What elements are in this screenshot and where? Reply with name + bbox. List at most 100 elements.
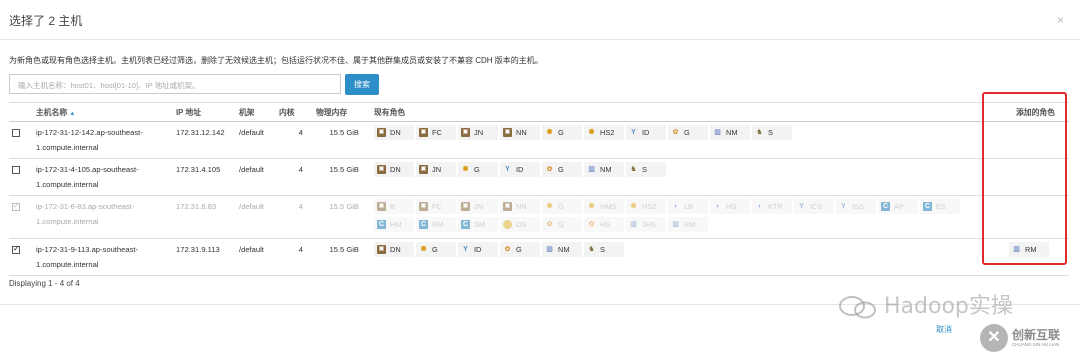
role-badge: C RM	[416, 217, 456, 232]
ip-cell: 172.31.4.105	[173, 158, 236, 196]
memory-cell: 15.5 GiB	[313, 158, 371, 196]
memory-cell: 15.5 GiB	[313, 121, 371, 159]
role-badge: Y ID	[458, 242, 498, 257]
added-roles-highlight	[982, 92, 1067, 265]
dialog-header: 选择了 2 主机 ×	[0, 0, 1080, 40]
role-badge: ▣ FC	[416, 125, 456, 140]
search-button[interactable]: 搜索	[345, 74, 379, 95]
impala-icon: ◗	[757, 203, 762, 210]
hostname-cell: ip-172-31-6-83.ap-southeast- 1.compute.in…	[33, 195, 173, 239]
sort-ascending-icon: ▲	[69, 110, 76, 117]
rack-column-header[interactable]: 机架	[236, 102, 276, 122]
gateway-icon: ✺	[546, 203, 553, 210]
zookeeper-icon: Y	[841, 203, 846, 210]
role-list: ▣ DN ✺ G Y ID ✿ G ▥ NM ♞ S	[374, 242, 974, 260]
hdfs-icon: ▣	[461, 202, 470, 211]
dialog-description: 为新角色或现有角色选择主机。主机列表已经过筛选，删除了无效候选主机；包括运行状况…	[9, 56, 543, 65]
role-badge: ▣ NN	[500, 125, 540, 140]
cancel-button[interactable]: 取消	[936, 324, 952, 335]
cores-cell: 4	[276, 158, 313, 196]
role-badge: ▥ NM	[710, 125, 750, 140]
rack-cell: /default	[236, 158, 276, 196]
impala-icon: ◗	[715, 203, 720, 210]
hostname-column-header[interactable]: 主机名称 ▲	[33, 102, 173, 122]
hdfs-icon: ▣	[377, 165, 386, 174]
role-badge: ✿ G	[668, 125, 708, 140]
row-checkbox[interactable]	[12, 166, 20, 174]
gateway-icon: ✺	[546, 129, 553, 136]
cloudera-icon: C	[377, 220, 386, 229]
row-checkbox[interactable]	[12, 244, 20, 254]
dialog-title: 选择了 2 主机	[9, 14, 83, 28]
role-badge: ◗ HS	[710, 199, 750, 214]
role-badge: ▥ NM	[584, 162, 624, 177]
cloudera-icon: C	[923, 202, 932, 211]
gateway-icon: ✺	[588, 129, 595, 136]
gateway-icon: ✺	[588, 203, 595, 210]
role-badge: ✿ HS	[584, 217, 624, 232]
role-badge: C HM	[374, 217, 414, 232]
role-badge: ▣ DN	[374, 162, 414, 177]
role-badge: ♞ S	[752, 125, 792, 140]
existing-roles-cell: ▣ DN ▣ JN ✺ G Y ID ✿ G ▥ NM ♞ S	[371, 158, 984, 196]
role-badge: ✺ G	[416, 242, 456, 257]
role-badge: ✺ G	[542, 199, 582, 214]
role-badge: ▣ JN	[458, 199, 498, 214]
brand-watermark: ✕ 创新互联 CHUANG XIN HU LIAN	[980, 320, 1080, 356]
role-badge: C AP	[878, 199, 918, 214]
gateway-icon: ✺	[630, 203, 637, 210]
hdfs-icon: ▣	[419, 202, 428, 211]
table-row[interactable]: ip-172-31-12-142.ap-southeast- 1.compute.…	[9, 121, 1069, 159]
role-badge: Y ICS	[794, 199, 834, 214]
ip-cell: 172.31.9.113	[173, 238, 236, 276]
role-badge: ✺ HMS	[584, 199, 624, 214]
table-row[interactable]: ip-172-31-4-105.ap-southeast- 1.compute.i…	[9, 158, 1069, 196]
role-badge: ▥ JHS	[626, 217, 666, 232]
role-badge: ♞ S	[626, 162, 666, 177]
zookeeper-icon: Y	[505, 166, 510, 173]
ip-column-header[interactable]: IP 地址	[173, 102, 236, 122]
cores-column-header[interactable]: 内核	[276, 102, 313, 122]
hdfs-icon: ▣	[377, 202, 386, 211]
nodemanager-icon: ▥	[588, 166, 595, 173]
hdfs-icon: ▣	[377, 128, 386, 137]
cores-cell: 4	[276, 195, 313, 239]
host-search-input[interactable]: 输入主机名称：host01、host[01-10]、IP 地址或机架。	[9, 74, 341, 94]
rack-cell: /default	[236, 195, 276, 239]
role-badge: OS	[500, 217, 540, 232]
role-badge: ✿ G	[542, 162, 582, 177]
role-badge: ◗ LB	[668, 199, 708, 214]
existing-roles-cell: ▣ DN ✺ G Y ID ✿ G ▥ NM ♞ S	[371, 238, 984, 276]
role-list: ▣ B ▣ FC ▣ JN ▣ NN ✺ G ✺ HMS ✺ HS2 ◗ LB ◗ HS ◗ KTR Y ICS Y ISS C…	[374, 199, 974, 235]
memory-column-header[interactable]: 物理内存	[313, 102, 371, 122]
hdfs-icon: ▣	[503, 202, 512, 211]
spark-icon: ✿	[672, 129, 679, 136]
brand-logo-icon: ✕	[980, 324, 1008, 352]
hdfs-icon: ▣	[377, 245, 386, 254]
role-list: ▣ DN ▣ FC ▣ JN ▣ NN ✺ G ✺ HS2 Y ID ✿ G ▥ NM ♞ S	[374, 125, 974, 143]
role-badge: Y ID	[500, 162, 540, 177]
role-badge: ✺ G	[458, 162, 498, 177]
table-row[interactable]: ip-172-31-9-113.ap-southeast-1.compute.i…	[9, 238, 1069, 276]
sentry-icon: ♞	[630, 166, 637, 173]
row-select-cell	[9, 121, 33, 159]
existing-roles-column-header: 现有角色	[371, 102, 984, 122]
nodemanager-icon: ▥	[714, 129, 721, 136]
role-list: ▣ DN ▣ JN ✺ G Y ID ✿ G ▥ NM ♞ S	[374, 162, 974, 180]
ip-cell: 172.31.12.142	[173, 121, 236, 159]
hostname-cell: ip-172-31-9-113.ap-southeast- 1.compute.i…	[33, 238, 173, 276]
role-badge: Y ID	[626, 125, 666, 140]
host-table: 主机名称 ▲ IP 地址 机架 内核 物理内存 现有角色 添加的角色 ip-17…	[9, 102, 1069, 276]
close-icon[interactable]: ×	[1057, 13, 1064, 27]
select-column-header	[9, 102, 33, 122]
gateway-icon: ✺	[420, 246, 427, 253]
sentry-icon: ♞	[756, 129, 763, 136]
impala-icon: ◗	[673, 203, 678, 210]
cores-cell: 4	[276, 121, 313, 159]
cores-cell: 4	[276, 238, 313, 276]
role-badge: ▣ JN	[458, 125, 498, 140]
row-checkbox[interactable]	[12, 129, 20, 137]
role-badge: ▥ RM	[668, 217, 708, 232]
role-badge: ▣ B	[374, 199, 414, 214]
cloudera-icon: C	[881, 202, 890, 211]
